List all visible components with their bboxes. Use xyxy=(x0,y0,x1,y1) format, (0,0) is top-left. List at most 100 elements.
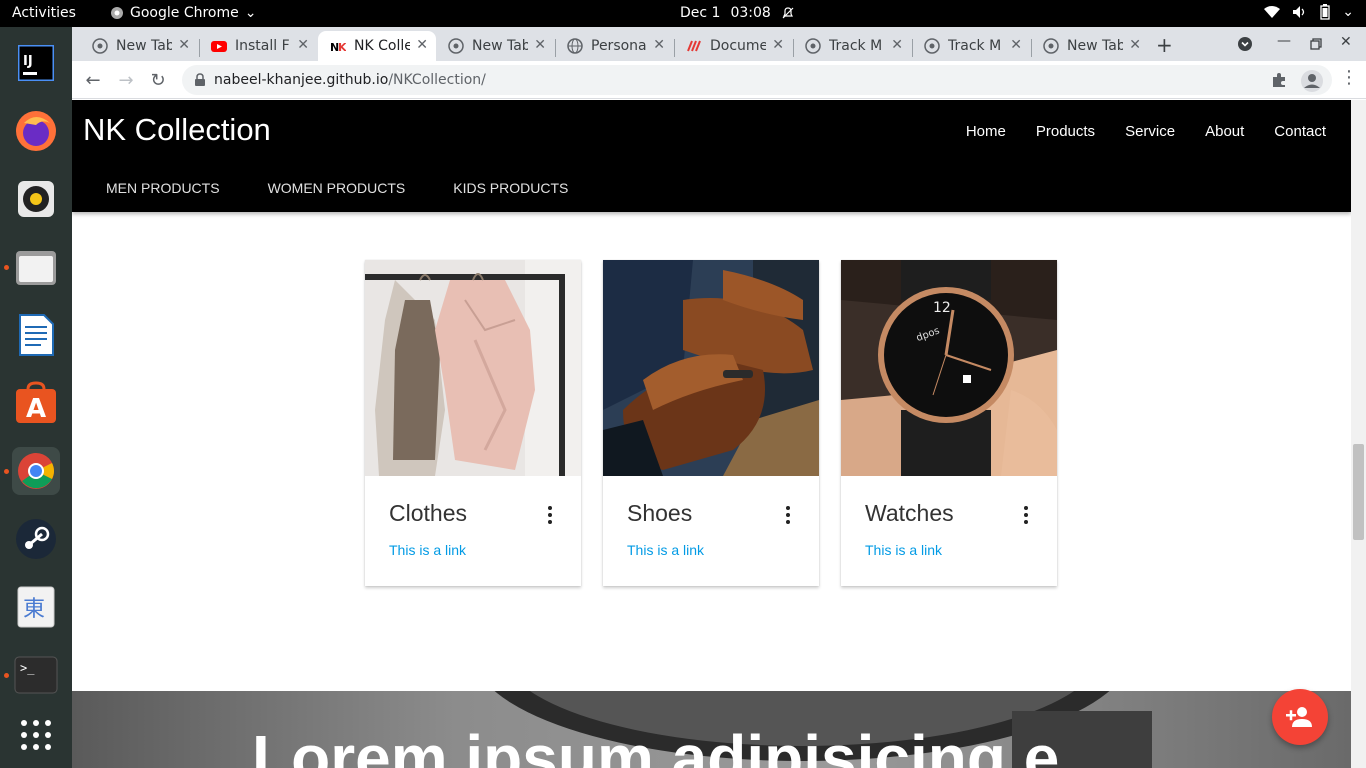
extensions-puzzle-icon[interactable] xyxy=(1271,72,1287,88)
libreoffice-writer-icon[interactable] xyxy=(12,311,60,359)
close-icon[interactable]: ✕ xyxy=(1010,37,1022,53)
tab-nk-collection[interactable]: NK NK Colle ✕ xyxy=(318,31,436,61)
input-method-icon[interactable]: 東 xyxy=(12,583,60,631)
profile-avatar-icon[interactable] xyxy=(1300,69,1324,93)
nav-contact[interactable]: Contact xyxy=(1274,123,1326,140)
volume-icon xyxy=(1293,6,1305,18)
close-icon[interactable]: ✕ xyxy=(1129,37,1141,53)
forward-arrow-icon[interactable]: → xyxy=(115,69,137,91)
card-link[interactable]: This is a link xyxy=(627,542,704,558)
address-bar[interactable]: nabeel-khanjee.github.io/NKCollection/ xyxy=(182,65,1332,95)
close-icon[interactable]: ✕ xyxy=(534,37,546,53)
svg-text:東: 東 xyxy=(23,597,45,622)
shoes-image xyxy=(603,260,819,476)
app-menu[interactable]: Google Chrome ⌄ xyxy=(110,5,256,21)
scrollbar-thumb[interactable] xyxy=(1353,444,1364,540)
card-title: Clothes xyxy=(389,500,467,526)
tab-title: Track M xyxy=(948,38,1002,54)
svg-text:A: A xyxy=(26,394,46,424)
tab-track-m[interactable]: Track M ✕ xyxy=(912,31,1030,61)
clock-time: 03:08 xyxy=(730,5,771,21)
reload-icon[interactable]: ↻ xyxy=(147,69,169,91)
product-cards: Clothes This is a link Shoes This is a l… xyxy=(365,260,1057,586)
clock[interactable]: Dec 1 03:08 xyxy=(680,5,795,21)
tab-track-m[interactable]: Track M ✕ xyxy=(793,31,911,61)
nav-about[interactable]: About xyxy=(1205,123,1244,140)
site-brand[interactable]: NK Collection xyxy=(83,112,271,148)
nav-service[interactable]: Service xyxy=(1125,123,1175,140)
close-icon[interactable]: ✕ xyxy=(891,37,903,53)
svg-text:12: 12 xyxy=(933,300,951,316)
tab-personal[interactable]: Persona ✕ xyxy=(555,31,673,61)
browser-toolbar: ← → ↻ nabeel-khanjee.github.io/NKCollect… xyxy=(72,61,1366,99)
page-scrollbar[interactable] xyxy=(1351,100,1366,768)
back-arrow-icon[interactable]: ← xyxy=(82,69,104,91)
new-tab-plus-icon[interactable]: + xyxy=(1156,33,1173,57)
more-vert-icon[interactable] xyxy=(547,506,553,524)
steam-icon[interactable] xyxy=(12,515,60,563)
web-page: NK Collection Home Products Service Abou… xyxy=(72,100,1351,768)
hero-banner: Lorem ipsum adipisicing e xyxy=(72,691,1351,768)
chrome-menu-icon[interactable]: ⋮ xyxy=(1340,69,1358,87)
software-center-icon[interactable]: A xyxy=(12,379,60,427)
chrome-icon xyxy=(1043,38,1059,54)
firefox-icon[interactable] xyxy=(12,107,60,155)
url-domain: nabeel-khanjee.github.io xyxy=(214,72,389,88)
tab-search-icon[interactable] xyxy=(1237,36,1253,52)
svg-text:>_: >_ xyxy=(20,661,35,675)
nav-products[interactable]: Products xyxy=(1036,123,1095,140)
running-indicator xyxy=(4,265,9,270)
chevron-down-icon: ⌄ xyxy=(244,5,257,21)
tab-title: Install F xyxy=(235,38,290,54)
lock-icon[interactable] xyxy=(194,73,206,87)
wifi-icon xyxy=(1264,6,1281,18)
subnav-kids-products[interactable]: KIDS PRODUCTS xyxy=(453,180,568,196)
tab-title: New Tab xyxy=(1067,38,1123,54)
site-header: NK Collection Home Products Service Abou… xyxy=(72,100,1351,212)
close-icon[interactable]: ✕ xyxy=(653,37,665,53)
docs-icon xyxy=(687,40,701,52)
files-icon[interactable] xyxy=(12,243,60,291)
chrome-icon xyxy=(448,38,464,54)
globe-icon xyxy=(567,38,583,54)
dock: IJ A 東 >_ xyxy=(0,27,72,768)
person-add-icon xyxy=(1286,707,1312,727)
tab-new-tab[interactable]: New Tab ✕ xyxy=(1031,31,1149,61)
add-user-button[interactable] xyxy=(1272,689,1328,745)
minimize-icon[interactable]: — xyxy=(1277,33,1291,49)
tab-install[interactable]: Install F ✕ xyxy=(199,31,317,61)
close-icon[interactable]: ✕ xyxy=(178,37,190,53)
card-title: Watches xyxy=(865,500,954,526)
close-icon[interactable]: ✕ xyxy=(772,37,784,53)
more-vert-icon[interactable] xyxy=(1023,506,1029,524)
nav-home[interactable]: Home xyxy=(966,123,1006,140)
terminal-icon[interactable]: >_ xyxy=(12,651,60,699)
card-link[interactable]: This is a link xyxy=(389,542,466,558)
window-close-icon[interactable]: ✕ xyxy=(1340,34,1352,50)
close-icon[interactable]: ✕ xyxy=(416,37,428,53)
svg-text:IJ: IJ xyxy=(23,54,33,69)
restore-icon[interactable] xyxy=(1310,38,1322,50)
watches-image: 12 dpos xyxy=(841,260,1057,476)
card-link[interactable]: This is a link xyxy=(865,542,942,558)
app-menu-label: Google Chrome xyxy=(130,5,239,21)
category-nav: MEN PRODUCTS WOMEN PRODUCTS KIDS PRODUCT… xyxy=(106,180,568,196)
chevron-down-icon: ⌄ xyxy=(1342,4,1354,20)
intellij-icon[interactable]: IJ xyxy=(12,39,60,87)
more-vert-icon[interactable] xyxy=(785,506,791,524)
clock-date: Dec 1 xyxy=(680,5,721,21)
subnav-women-products[interactable]: WOMEN PRODUCTS xyxy=(268,180,406,196)
chrome-icon xyxy=(924,38,940,54)
activities-button[interactable]: Activities xyxy=(12,5,76,21)
tab-new-tab[interactable]: New Tab ✕ xyxy=(436,31,554,61)
rhythmbox-icon[interactable] xyxy=(12,175,60,223)
system-tray[interactable]: ⌄ xyxy=(1264,4,1354,20)
main-nav: Home Products Service About Contact xyxy=(966,123,1326,140)
tab-document[interactable]: Docume ✕ xyxy=(674,31,792,61)
tab-title: Persona xyxy=(591,38,647,54)
chrome-icon[interactable] xyxy=(12,447,60,495)
subnav-men-products[interactable]: MEN PRODUCTS xyxy=(106,180,220,196)
tab-new-tab[interactable]: New Tab ✕ xyxy=(80,31,198,61)
show-applications-icon[interactable] xyxy=(12,711,60,759)
close-icon[interactable]: ✕ xyxy=(297,37,309,53)
